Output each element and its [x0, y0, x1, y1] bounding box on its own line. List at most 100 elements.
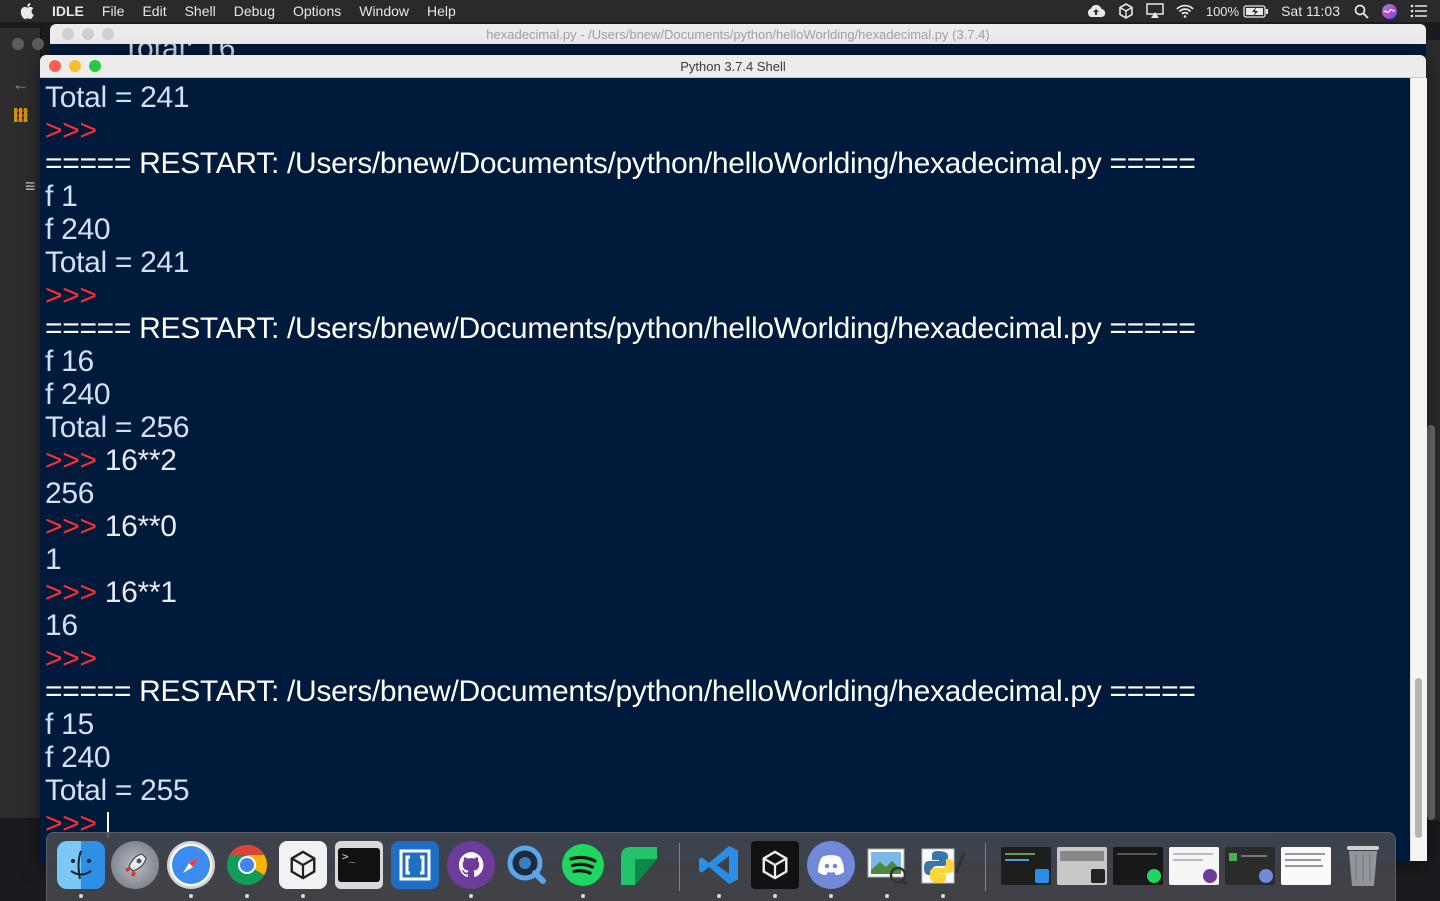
menu-window[interactable]: Window — [359, 3, 409, 19]
running-indicator — [941, 894, 945, 898]
shell-line-text: Total = 241 — [45, 246, 190, 279]
shell-line-text: Total = 255 — [45, 774, 190, 807]
output-line: f 240 — [45, 741, 111, 774]
shell-line-text: f 240 — [45, 378, 111, 411]
battery-percentage: 100% — [1205, 3, 1240, 19]
siri-icon[interactable] — [1381, 3, 1398, 20]
running-indicator — [885, 894, 889, 898]
python-idle-icon[interactable] — [919, 841, 967, 889]
shell-line-text: 16**1 — [96, 576, 177, 609]
airplay-icon[interactable] — [1146, 3, 1164, 19]
prompt-line: >>> — [45, 642, 97, 675]
finder-icon[interactable] — [57, 841, 105, 889]
spotify-window-thumbnail[interactable] — [1113, 847, 1163, 885]
shell-line-text: f 240 — [45, 213, 111, 246]
github-window-thumbnail[interactable] — [1169, 847, 1219, 885]
discord-icon[interactable] — [807, 841, 855, 889]
shell-text-area[interactable]: Total = 241 >>> ===== RESTART: /Users/bnew… — [40, 78, 1410, 861]
shell-line-text: f 16 — [45, 345, 94, 378]
output-line: Total = 241 — [45, 246, 190, 279]
chrome-icon[interactable] — [223, 841, 271, 889]
dock: >_ — [46, 832, 1396, 901]
trash-icon[interactable] — [1339, 841, 1387, 889]
running-indicator — [189, 894, 193, 898]
output-line: f 16 — [45, 345, 94, 378]
running-indicator — [829, 894, 833, 898]
shell-line-text: 16 — [45, 609, 78, 642]
safari-icon[interactable] — [167, 841, 215, 889]
terminal-icon[interactable]: >_ — [335, 841, 383, 889]
prompt-line: >>> — [45, 114, 97, 147]
output-line: f 15 — [45, 708, 94, 741]
unity-window-thumbnail[interactable] — [1057, 847, 1107, 885]
discord-window-thumbnail[interactable] — [1225, 847, 1275, 885]
input-line: >>> 16**2 — [45, 444, 177, 477]
github-desktop-icon[interactable] — [447, 841, 495, 889]
shell-prompt: >>> — [45, 510, 97, 543]
restart-banner-line: ===== RESTART: /Users/bnew/Documents/pyt… — [45, 675, 1196, 708]
menubar-clock[interactable]: Sat 11:03 — [1281, 3, 1340, 19]
battery-icon[interactable] — [1243, 4, 1269, 18]
shell-line-text: 256 — [45, 477, 95, 510]
output-line: 16 — [45, 609, 78, 642]
output-line: 1 — [45, 543, 62, 576]
quicktime-icon[interactable] — [503, 841, 551, 889]
menu-debug[interactable]: Debug — [234, 3, 275, 19]
brackets-icon[interactable] — [391, 841, 439, 889]
shell-line-text: f 240 — [45, 741, 111, 774]
scrollbar-thumb[interactable] — [1415, 678, 1422, 838]
document-window-thumbnail[interactable] — [1281, 847, 1331, 885]
launchpad-icon[interactable] — [111, 841, 159, 889]
running-indicator — [581, 894, 585, 898]
output-line: Total = 241 — [45, 81, 190, 114]
vscode-window-thumbnail[interactable] — [1001, 847, 1051, 885]
background-scrollbar — [1427, 425, 1435, 820]
unity-icon[interactable] — [751, 841, 799, 889]
shell-scrollbar[interactable] — [1410, 78, 1427, 861]
vscode-icon[interactable] — [695, 841, 743, 889]
running-indicator — [301, 894, 305, 898]
unity-hub-icon[interactable] — [279, 841, 327, 889]
wifi-icon[interactable] — [1176, 4, 1194, 18]
shell-line-text: Total = 241 — [45, 81, 190, 114]
output-line: f 240 — [45, 213, 111, 246]
menu-edit[interactable]: Edit — [142, 3, 166, 19]
menu-app-name[interactable]: IDLE — [52, 3, 84, 19]
output-line: Total = 255 — [45, 774, 190, 807]
shell-prompt: >>> — [45, 279, 97, 312]
shell-window-title: Python 3.7.4 Shell — [680, 59, 786, 74]
kite-icon[interactable] — [615, 841, 663, 889]
dock-separator — [679, 843, 680, 891]
apps-grid-icon[interactable] — [14, 108, 28, 122]
python-shell-window[interactable]: Python 3.7.4 Shell Total = 241 >>> ===== R… — [40, 55, 1427, 861]
dock-separator — [985, 843, 986, 891]
apple-menu-icon[interactable] — [18, 2, 36, 20]
shell-prompt: >>> — [45, 444, 97, 477]
spotlight-search-icon[interactable] — [1354, 4, 1369, 19]
running-indicator — [245, 894, 249, 898]
unity-menubar-icon[interactable] — [1118, 3, 1134, 19]
menu-file[interactable]: File — [102, 3, 125, 19]
input-line: >>> 16**1 — [45, 576, 177, 609]
running-indicator — [79, 894, 83, 898]
shell-line-text: f 15 — [45, 708, 94, 741]
shell-prompt: >>> — [45, 114, 97, 147]
back-arrow-icon[interactable]: ← — [12, 74, 30, 95]
menu-shell[interactable]: Shell — [185, 3, 216, 19]
preview-icon[interactable] — [863, 841, 911, 889]
menu-bar: IDLE File Edit Shell Debug Options Windo… — [0, 0, 1440, 22]
shell-title-bar[interactable]: Python 3.7.4 Shell — [40, 55, 1426, 78]
shell-line-text: ===== RESTART: /Users/bnew/Documents/pyt… — [45, 312, 1196, 345]
cloud-upload-icon[interactable] — [1086, 4, 1106, 18]
shell-line-text: Total = 256 — [45, 411, 190, 444]
shell-prompt: >>> — [45, 642, 97, 675]
menu-help[interactable]: Help — [427, 3, 456, 19]
menu-options[interactable]: Options — [293, 3, 341, 19]
hamburger-menu-icon[interactable]: ≡ — [25, 176, 36, 197]
shell-line-text: ===== RESTART: /Users/bnew/Documents/pyt… — [45, 147, 1196, 180]
background-browser-window: ← ≡ — [0, 28, 44, 818]
shell-line-text: 1 — [45, 543, 62, 576]
notification-center-icon[interactable] — [1410, 4, 1428, 18]
input-line: >>> 16**0 — [45, 510, 177, 543]
spotify-icon[interactable] — [559, 841, 607, 889]
